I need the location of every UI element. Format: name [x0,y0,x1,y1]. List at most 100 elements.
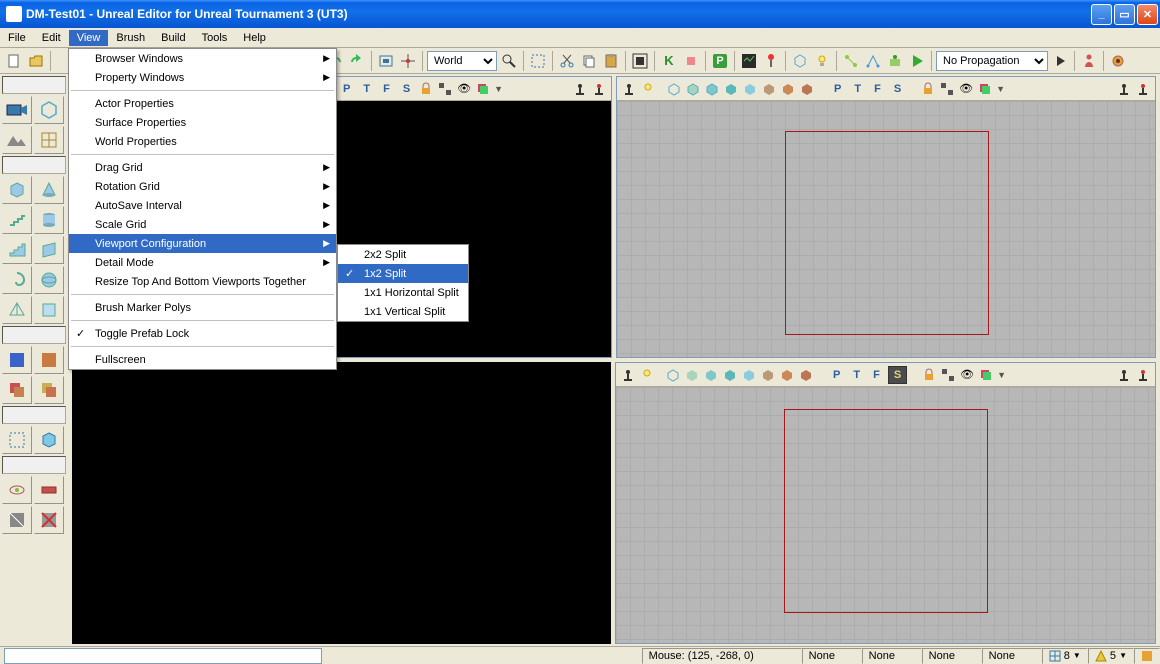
density-icon[interactable] [798,367,814,383]
menu-item-resize-top-and-bottom-viewports-together[interactable]: Resize Top And Bottom Viewports Together [69,272,336,291]
camera-mode-icon[interactable] [2,96,32,124]
new-icon[interactable] [4,51,24,71]
menu-item-actor-properties[interactable]: Actor Properties [69,94,336,113]
layers-icon[interactable] [475,81,491,97]
btn-p[interactable]: P [338,81,355,97]
world-combo[interactable]: World [427,51,497,71]
joystick-2-icon[interactable] [1135,367,1151,383]
menu-view[interactable]: View [69,30,109,46]
search-icon[interactable] [499,51,519,71]
special-brush-icon[interactable] [2,426,32,454]
submenu-item-2x2-split[interactable]: 2x2 Split [338,245,468,264]
complexity-icon[interactable] [779,367,795,383]
command-input[interactable] [4,648,322,664]
menu-item-world-properties[interactable]: World Properties [69,132,336,151]
matinee-icon[interactable] [739,51,759,71]
btn-t[interactable]: T [849,81,866,97]
wireframe-icon[interactable] [665,367,681,383]
btn-s-active[interactable]: S [888,366,907,384]
redo-icon[interactable] [347,51,367,71]
light-only-icon[interactable] [760,367,776,383]
wireframe-icon[interactable] [666,81,682,97]
eye-icon[interactable]: 👁 [959,367,975,383]
lock-icon[interactable] [418,81,434,97]
bulb-icon[interactable] [640,81,656,97]
viewport-bottom-left-empty[interactable] [72,362,611,644]
density-icon[interactable] [799,81,815,97]
show-selected-icon[interactable] [2,476,32,504]
joystick-icon[interactable] [621,81,637,97]
btn-s[interactable]: S [889,81,906,97]
menu-item-viewport-configuration[interactable]: Viewport Configuration▶ [69,234,336,253]
volume-brush-icon[interactable] [34,426,64,454]
prefab-icon[interactable]: P [710,51,730,71]
menu-file[interactable]: File [0,30,34,46]
btn-p[interactable]: P [828,367,845,383]
menu-brush[interactable]: Brush [108,30,153,46]
curved-stair-icon[interactable] [2,206,32,234]
minimize-button[interactable]: _ [1091,4,1112,25]
detail-icon[interactable] [741,367,757,383]
csg-bar[interactable] [2,326,66,344]
dropdown-arrow-icon[interactable]: ▼ [997,370,1006,380]
menu-item-surface-properties[interactable]: Surface Properties [69,113,336,132]
propagate-play-icon[interactable] [1050,51,1070,71]
player-icon[interactable] [1079,51,1099,71]
squares-icon[interactable] [437,81,453,97]
lock-icon[interactable] [921,367,937,383]
joystick-2-icon[interactable] [591,81,607,97]
btn-f[interactable]: F [378,81,395,97]
squares-icon[interactable] [940,367,956,383]
menu-item-detail-mode[interactable]: Detail Mode▶ [69,253,336,272]
menu-item-property-windows[interactable]: Property Windows▶ [69,68,336,87]
transform-icon[interactable] [398,51,418,71]
btn-t[interactable]: T [848,367,865,383]
layers-icon[interactable] [977,81,993,97]
sel-bar[interactable] [2,456,66,474]
brush-icon[interactable] [681,51,701,71]
paths-icon[interactable] [841,51,861,71]
csg-intersect-icon[interactable] [2,376,32,404]
socket-icon[interactable] [1108,51,1128,71]
lit-icon[interactable] [703,367,719,383]
tetra-brush-icon[interactable] [2,296,32,324]
dropdown-arrow-icon[interactable]: ▼ [996,84,1005,94]
menu-help[interactable]: Help [235,30,274,46]
sheet-brush-icon[interactable] [34,236,64,264]
submenu-item-1x2-split[interactable]: ✓1x2 Split [338,264,468,283]
maximize-button[interactable]: ▭ [1114,4,1135,25]
paste-icon[interactable] [601,51,621,71]
menu-item-scale-grid[interactable]: Scale Grid▶ [69,215,336,234]
play-icon[interactable] [907,51,927,71]
hide-selected-icon[interactable] [34,476,64,504]
unlit-icon[interactable] [684,367,700,383]
linear-stair-icon[interactable] [2,236,32,264]
spiral-stair-icon[interactable] [2,266,32,294]
select-icon[interactable] [528,51,548,71]
eye-icon[interactable]: 👁 [456,81,472,97]
propagation-combo[interactable]: No Propagation [936,51,1048,71]
far-plane-icon[interactable] [376,51,396,71]
menu-item-rotation-grid[interactable]: Rotation Grid▶ [69,177,336,196]
light-only-icon[interactable] [761,81,777,97]
submenu-item-1x1-vertical-split[interactable]: 1x1 Vertical Split [338,302,468,321]
autosave-toggle[interactable] [1134,648,1160,664]
csg-deintersect-icon[interactable] [34,376,64,404]
menu-edit[interactable]: Edit [34,30,69,46]
btn-p[interactable]: P [829,81,846,97]
detail-icon[interactable] [742,81,758,97]
cut-icon[interactable] [557,51,577,71]
geometry-mode-icon[interactable] [34,96,64,124]
cover-icon[interactable] [885,51,905,71]
fullscreen-icon[interactable] [630,51,650,71]
joystick-2-icon[interactable] [1135,81,1151,97]
joystick-icon[interactable] [1116,81,1132,97]
light-icon[interactable] [812,51,832,71]
sentinel-icon[interactable] [761,51,781,71]
joystick-icon[interactable] [1116,367,1132,383]
complexity-icon[interactable] [780,81,796,97]
btn-f[interactable]: F [869,81,886,97]
menu-tools[interactable]: Tools [194,30,236,46]
bulb-icon[interactable] [639,367,655,383]
menu-build[interactable]: Build [153,30,193,46]
